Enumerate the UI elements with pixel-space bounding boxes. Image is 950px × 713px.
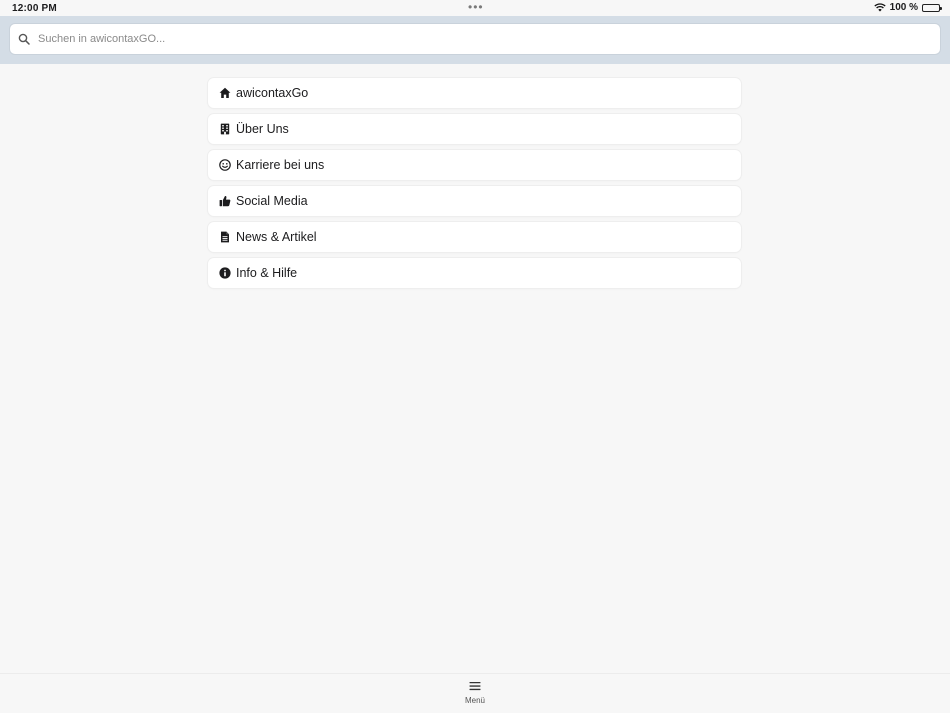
tab-menu-label: Menü [464,696,485,705]
multitasking-dots[interactable]: ••• [468,1,484,13]
tab-menu[interactable]: Menü [455,680,495,710]
menu-item-social-media[interactable]: Social Media [208,186,741,216]
document-icon [219,231,231,243]
menu-item-ueber-uns[interactable]: Über Uns [208,114,741,144]
wifi-icon [873,3,886,12]
status-indicators: 100 % [873,2,942,13]
menu-item-label: Über Uns [236,122,289,136]
thumbs-up-icon [219,195,231,207]
tab-bar: Menü [0,673,950,713]
search-header [0,16,950,64]
menu-item-label: Social Media [236,194,308,208]
info-icon [219,267,231,279]
menu-item-label: awicontaxGo [236,86,309,100]
status-time: 12:00 PM [12,3,57,14]
smile-icon [219,159,231,171]
hamburger-icon [469,680,481,692]
menu-item-info-hilfe[interactable]: Info & Hilfe [208,258,741,288]
building-icon [219,123,231,135]
status-bar: 12:00 PM ••• 100 % [0,0,950,16]
menu-item-label: Info & Hilfe [236,266,298,280]
menu-list: awicontaxGo Über Uns Karriere bei uns So… [208,78,741,294]
menu-item-label: News & Artikel [236,230,317,244]
search-icon [18,33,30,45]
menu-item-karriere[interactable]: Karriere bei uns [208,150,741,180]
search-input[interactable] [36,32,920,46]
battery-icon [922,3,942,12]
home-icon [219,87,231,99]
search-box[interactable] [9,23,941,55]
menu-item-label: Karriere bei uns [236,158,325,172]
menu-item-awicontaxgo[interactable]: awicontaxGo [208,78,741,108]
battery-percentage: 100 % [889,2,918,13]
menu-item-news[interactable]: News & Artikel [208,222,741,252]
